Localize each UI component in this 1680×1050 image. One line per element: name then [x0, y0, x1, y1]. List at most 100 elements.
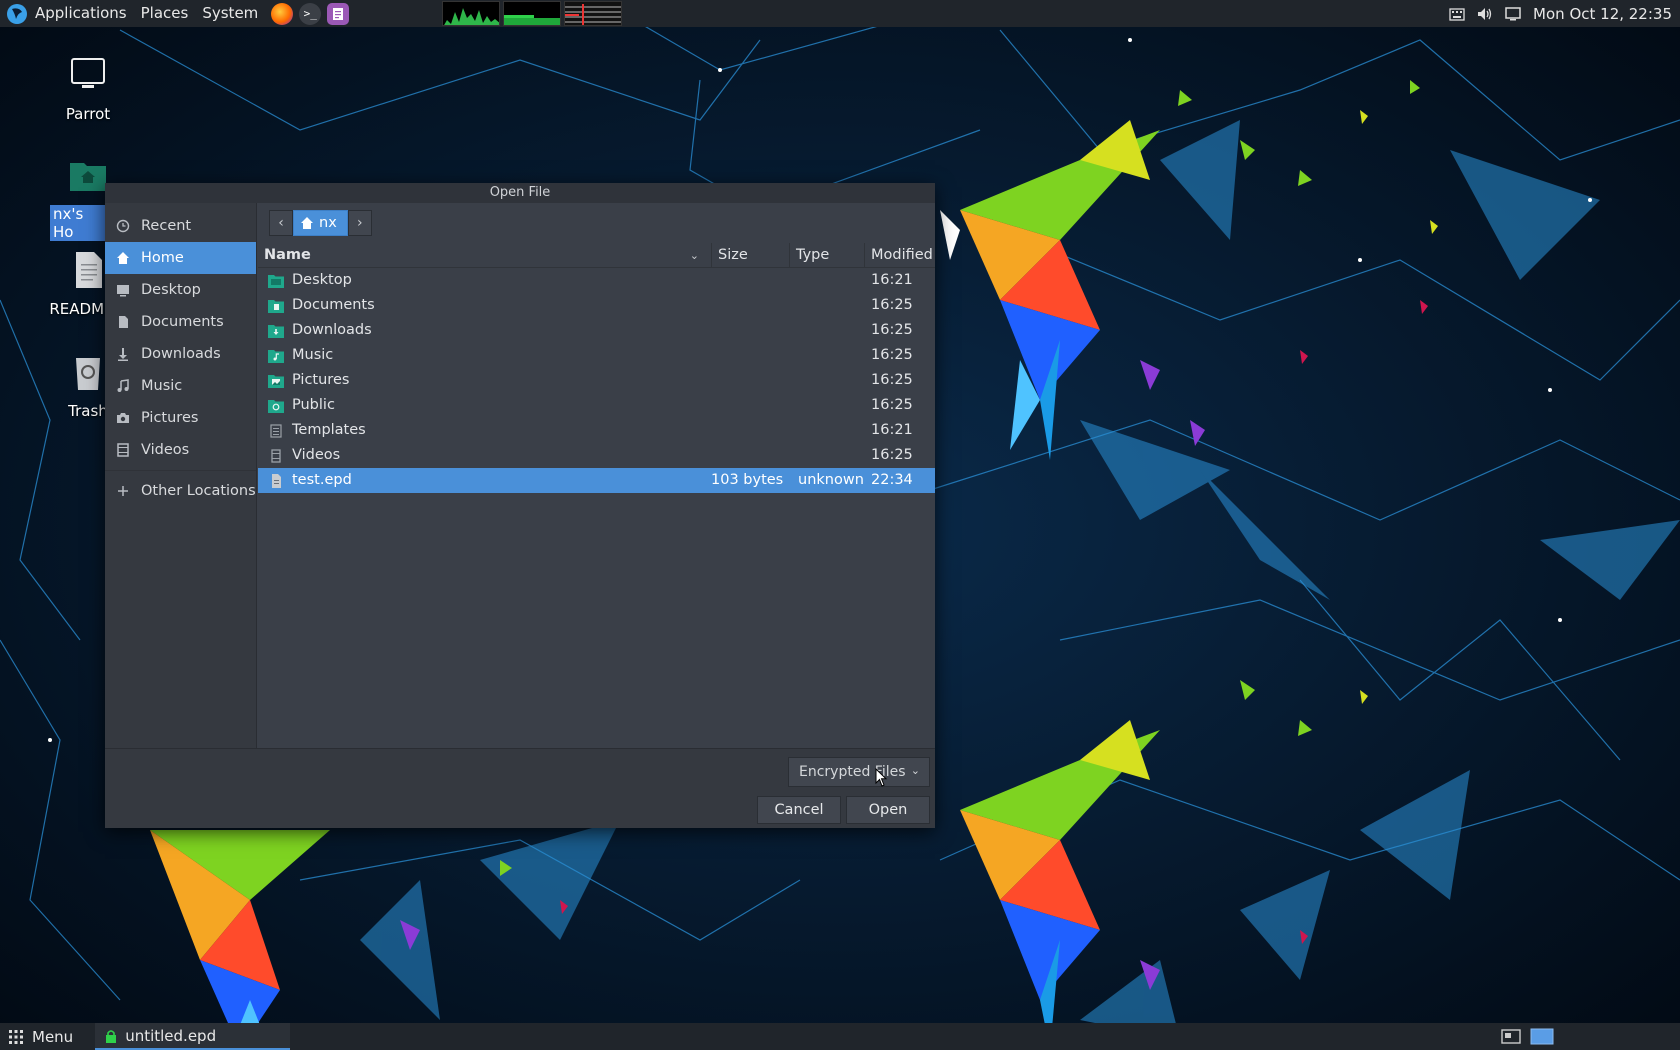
file-type — [789, 343, 864, 368]
file-filter-label: Encrypted Files — [799, 764, 906, 780]
sidebar-item-other-locations[interactable]: Other Locations — [105, 475, 256, 507]
desktop-folder-icon — [268, 274, 284, 288]
memory-monitor[interactable] — [503, 1, 562, 26]
file-type — [789, 443, 864, 468]
file-name: Pictures — [292, 372, 350, 388]
places-sidebar: Recent Home Desktop Documents Downloads … — [105, 203, 257, 748]
document-icon — [115, 314, 131, 330]
taskbar-item-label: untitled.epd — [125, 1026, 217, 1045]
file-type: unknown — [798, 472, 864, 488]
plus-icon — [115, 483, 131, 499]
path-crumb-home[interactable]: nx — [293, 210, 348, 236]
file-modified: 16:25 — [871, 322, 913, 338]
clock-icon — [115, 218, 131, 234]
show-desktop-icon[interactable] — [1500, 1028, 1524, 1045]
file-row-documents[interactable]: Documents 16:25 — [258, 293, 935, 318]
file-filter-dropdown[interactable]: Encrypted Files ⌄ — [788, 757, 930, 787]
path-back-button[interactable]: ‹ — [269, 210, 293, 236]
file-row-pictures[interactable]: Pictures 16:25 — [258, 368, 935, 393]
column-name[interactable]: Name ⌄ — [258, 243, 711, 268]
public-folder-icon — [268, 399, 284, 413]
sidebar-item-downloads[interactable]: Downloads — [105, 338, 256, 370]
open-file-dialog: Open File Recent Home Desktop Documents … — [105, 183, 935, 828]
column-name-label: Name — [264, 246, 311, 263]
dialog-title[interactable]: Open File — [105, 183, 935, 203]
system-menu[interactable]: System — [195, 0, 265, 27]
file-name: Desktop — [292, 272, 352, 288]
sidebar-item-label: Music — [141, 378, 183, 394]
firefox-icon[interactable] — [271, 2, 294, 25]
column-header: Name ⌄ Size Type Modified — [258, 242, 935, 268]
sidebar-item-music[interactable]: Music — [105, 370, 256, 402]
clock[interactable]: Mon Oct 12, 22:35 — [1527, 5, 1680, 23]
file-row-templates[interactable]: Templates 16:21 — [258, 418, 935, 443]
trash-icon — [76, 358, 100, 390]
sidebar-item-videos[interactable]: Videos — [105, 434, 256, 466]
places-menu[interactable]: Places — [134, 0, 196, 27]
music-folder-icon — [268, 349, 284, 363]
sidebar-item-recent[interactable]: Recent — [105, 210, 256, 242]
desktop-icon-parrot[interactable]: Parrot — [38, 55, 138, 123]
file-size — [711, 268, 789, 293]
desktop-icon — [115, 282, 131, 298]
column-size[interactable]: Size — [711, 242, 789, 268]
pictures-folder-icon — [268, 374, 284, 388]
file-row-desktop[interactable]: Desktop 16:21 — [258, 268, 935, 293]
parrot-logo-icon[interactable] — [6, 3, 28, 25]
film-icon — [115, 442, 131, 458]
desktop-icon-label: nx's Ho — [50, 205, 110, 241]
text-editor-icon[interactable] — [327, 2, 350, 25]
file-name: test.epd — [292, 472, 352, 488]
path-crumb-label: nx — [319, 215, 337, 231]
cancel-button[interactable]: Cancel — [757, 796, 841, 824]
chevron-down-icon: ⌄ — [689, 248, 699, 262]
volume-icon[interactable] — [1476, 6, 1494, 22]
sidebar-item-label: Pictures — [141, 410, 199, 426]
file-modified: 16:25 — [871, 447, 913, 463]
file-size — [711, 343, 789, 368]
file-size — [711, 443, 789, 468]
file-row-videos[interactable]: Videos 16:25 — [258, 443, 935, 468]
file-modified: 16:25 — [871, 372, 913, 388]
file-row-downloads[interactable]: Downloads 16:25 — [258, 318, 935, 343]
home-icon — [115, 250, 131, 266]
menu-button[interactable]: Menu — [0, 1023, 81, 1050]
file-size — [711, 293, 789, 318]
system-tray: Mon Oct 12, 22:35 — [1443, 0, 1680, 27]
file-modified: 16:25 — [871, 297, 913, 313]
sidebar-item-home[interactable]: Home — [105, 242, 256, 274]
bottom-panel: Menu untitled.epd — [0, 1023, 1680, 1050]
sidebar-item-documents[interactable]: Documents — [105, 306, 256, 338]
file-row-test-epd[interactable]: test.epd 103 bytes unknown 22:34 — [258, 468, 935, 493]
sidebar-item-desktop[interactable]: Desktop — [105, 274, 256, 306]
keyboard-icon[interactable] — [1448, 6, 1466, 22]
templates-icon — [270, 423, 282, 438]
sidebar-item-label: Desktop — [141, 282, 201, 298]
taskbar-item-untitled[interactable]: untitled.epd — [95, 1023, 291, 1050]
file-name: Public — [292, 397, 335, 413]
music-icon — [115, 378, 131, 394]
path-forward-button[interactable]: › — [347, 210, 372, 236]
open-button[interactable]: Open — [846, 796, 930, 824]
path-bar: ‹ nx › — [258, 203, 935, 243]
column-modified[interactable]: Modified — [864, 242, 935, 268]
applications-menu[interactable]: Applications — [28, 0, 134, 27]
screen-icon[interactable] — [1504, 6, 1522, 22]
file-row-music[interactable]: Music 16:25 — [258, 343, 935, 368]
top-panel: Applications Places System >_ Mon Oct 12… — [0, 0, 1680, 27]
network-monitor[interactable] — [564, 1, 623, 26]
computer-icon — [71, 58, 105, 88]
chevron-right-icon: › — [356, 215, 363, 231]
file-row-public[interactable]: Public 16:25 — [258, 393, 935, 418]
sidebar-item-label: Other Locations — [141, 483, 256, 499]
workspace-1[interactable] — [1530, 1028, 1554, 1045]
cpu-monitor[interactable] — [442, 1, 501, 26]
lock-icon — [106, 1029, 117, 1043]
file-modified: 16:25 — [871, 347, 913, 363]
column-type[interactable]: Type — [789, 242, 864, 268]
file-name: Downloads — [292, 322, 372, 338]
terminal-icon[interactable]: >_ — [299, 2, 322, 25]
file-name: Music — [292, 347, 334, 363]
sidebar-item-pictures[interactable]: Pictures — [105, 402, 256, 434]
file-icon — [272, 473, 281, 488]
